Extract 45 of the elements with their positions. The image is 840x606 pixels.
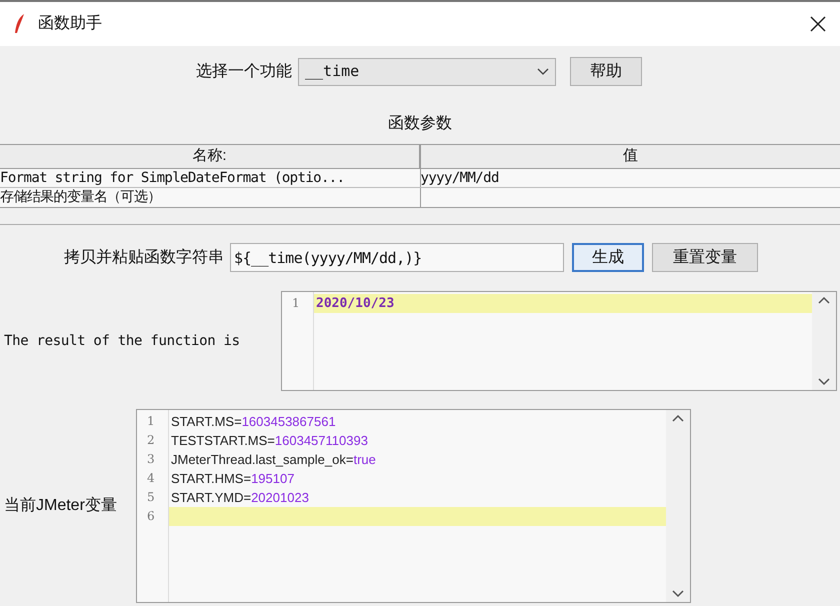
code-key: START.YMD= <box>171 488 252 508</box>
scrollbar[interactable] <box>666 410 690 602</box>
code-key: START.HMS= <box>171 468 252 488</box>
section-title: 函数参数 <box>388 114 452 134</box>
code-editor[interactable]: 1 2020/10/23 <box>281 291 837 391</box>
code-key: START.MS= <box>171 412 242 432</box>
select-label: 选择一个功能 <box>196 62 292 82</box>
reset-button[interactable]: 重置变量 <box>652 243 758 272</box>
scrollbar[interactable] <box>812 292 836 390</box>
code-key: JMeterThread.last_sample_ok= <box>171 450 354 470</box>
scroll-up-icon[interactable] <box>672 414 684 422</box>
copy-label: 拷贝并粘贴函数字符串 <box>64 248 224 268</box>
feather-icon <box>12 13 26 35</box>
line-number: 5 <box>146 489 156 506</box>
result-label: The result of the function is <box>4 332 241 350</box>
function-dropdown[interactable]: __time <box>298 58 556 86</box>
code-value: true <box>353 450 376 469</box>
code-value: 20201023 <box>251 488 309 507</box>
line-number: 1 <box>291 295 301 312</box>
scroll-up-icon[interactable] <box>818 296 830 304</box>
line-number: 2 <box>146 432 156 449</box>
table-cell-text: 存储结果的变量名（可选） <box>0 188 161 207</box>
code-key: TESTSTART.MS= <box>171 430 275 450</box>
line-number: 1 <box>146 413 156 430</box>
column-header[interactable]: 名称: <box>0 145 421 168</box>
help-button[interactable]: 帮助 <box>570 57 642 86</box>
line-number: 6 <box>146 508 156 525</box>
scroll-down-icon[interactable] <box>672 590 684 598</box>
code-value: 1603457110393 <box>274 432 368 450</box>
line-number: 3 <box>146 451 156 468</box>
function-string-field[interactable]: ${__time(yyyy/MM/dd,)} <box>230 243 564 272</box>
code-editor[interactable]: 1 2 3 4 5 6 START.MS=1603453867561 TESTSTART.MS=1603457110393 JMeterThread.last_sample_ok=true START.HMS=195107 START.YMD=20201023 <box>136 409 691 603</box>
code-key: 2020/10/23 <box>316 294 394 314</box>
line-number: 4 <box>146 470 156 487</box>
scroll-down-icon[interactable] <box>818 378 830 386</box>
code-value: 195107 <box>251 470 294 488</box>
table-cell-text: Format string for SimpleDateFormat (optio... <box>0 168 344 188</box>
column-header[interactable]: 值 <box>421 145 840 168</box>
table-cell-text: yyyy/MM/dd <box>420 168 499 188</box>
close-icon[interactable] <box>810 16 826 32</box>
chevron-down-icon <box>537 68 549 76</box>
code-value: 1603453867561 <box>242 412 336 431</box>
window-title: 函数助手 <box>38 14 102 34</box>
generate-button[interactable]: 生成 <box>572 243 644 272</box>
variables-label: 当前JMeter变量 <box>4 496 118 516</box>
